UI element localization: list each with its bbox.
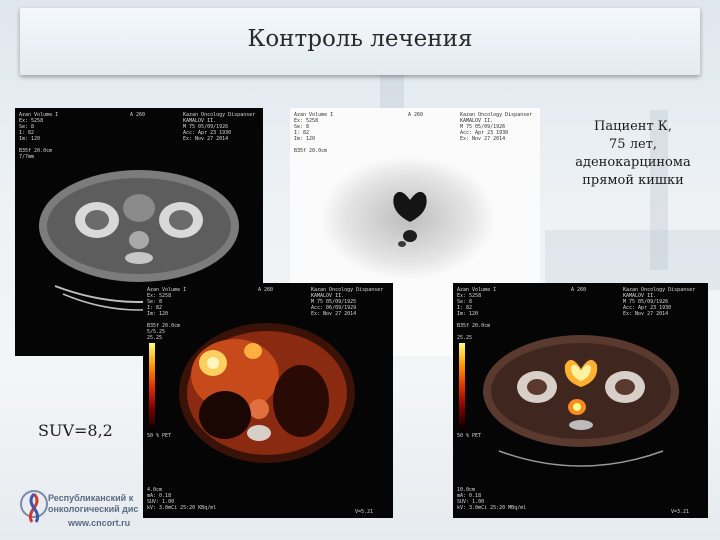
clinic-url: www.cncort.ru [68,518,131,528]
fusion1-corner: V=5.21 [355,509,374,515]
suv-value: SUV=8,2 [38,421,113,440]
fusion-scan-liver: Azan Volume I Ex: 5258 Se: 8 I: 82 Im: 1… [143,283,393,518]
fusion1-bottom-meta: 4.0cm mA: 0.18 SUV: 1.00 kV: 3.0mCi 25:2… [147,487,217,511]
fusion2-anatomy [483,335,679,467]
fusion1-anatomy [179,323,355,463]
clinic-name: Республиканский к онкологический дис [48,493,138,515]
background-wall [545,230,720,290]
clinic-name-line1: Республиканский к [48,493,134,503]
patient-description: Пациент К, 75 лет, аденокарцинома прямой… [548,118,718,190]
patient-line: 75 лет, [609,137,657,152]
clinic-logo [20,488,48,530]
ribbon-logo-icon [20,490,48,523]
title-bar: Контроль лечения [20,8,700,75]
fusion-scan-pelvis: Azan Volume I Ex: 5258 Se: 8 I: 82 Im: 1… [453,283,708,518]
slide-title: Контроль лечения [247,26,473,52]
fusion2-corner: V=3.21 [671,509,690,515]
patient-line: Пациент К, [594,119,672,134]
fusion2-bottom-meta: 10.0cm mA: 0.18 SUV: 1.00 kV: 3.0mCi 25:… [457,487,527,511]
patient-line: прямой кишки [582,173,684,188]
clinic-name-line2: онкологический дис [48,504,139,514]
patient-line: аденокарцинома [575,155,691,170]
